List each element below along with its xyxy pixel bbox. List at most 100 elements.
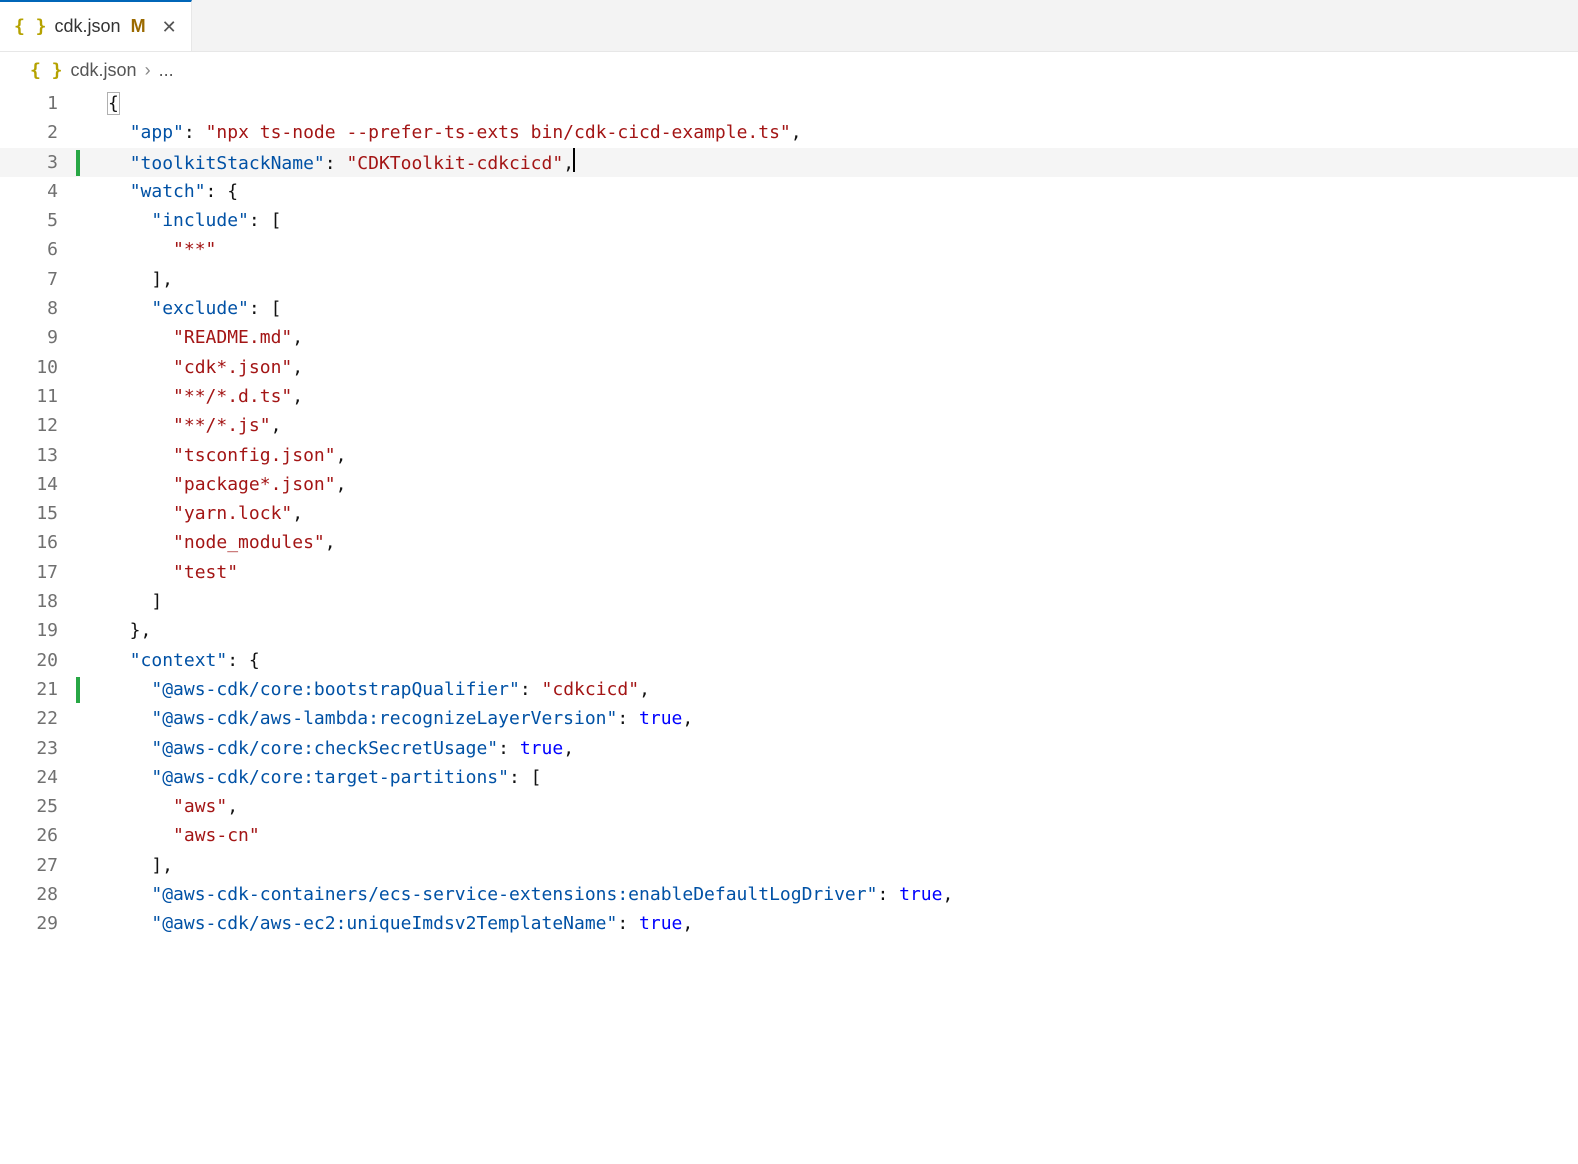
code-line[interactable]: "context": { (108, 646, 1578, 675)
code-token: { (107, 92, 120, 115)
code-line[interactable]: "package*.json", (108, 470, 1578, 499)
modified-line-marker (76, 677, 80, 703)
code-line[interactable]: "watch": { (108, 177, 1578, 206)
code-token (108, 562, 173, 583)
code-line[interactable]: "aws", (108, 792, 1578, 821)
code-token: , (791, 122, 802, 143)
code-line[interactable]: "@aws-cdk/core:bootstrapQualifier": "cdk… (108, 675, 1578, 704)
code-token: , (563, 738, 574, 759)
code-token: : [ (509, 767, 542, 788)
code-line[interactable]: "@aws-cdk/aws-lambda:recognizeLayerVersi… (108, 704, 1578, 733)
code-token (108, 738, 151, 759)
code-token: ] (108, 591, 162, 612)
code-content[interactable]: { "app": "npx ts-node --prefer-ts-exts b… (82, 89, 1578, 939)
code-token: "cdkcicd" (542, 679, 640, 700)
line-number: 29 (0, 909, 58, 938)
code-line[interactable]: { (108, 89, 1578, 118)
code-line[interactable]: "aws-cn" (108, 821, 1578, 850)
line-number: 24 (0, 763, 58, 792)
code-token: , (336, 445, 347, 466)
code-token (108, 181, 130, 202)
code-token: "**" (173, 239, 216, 260)
code-token: : (498, 738, 520, 759)
code-editor[interactable]: 1234567891011121314151617181920212223242… (0, 89, 1578, 939)
code-token (108, 884, 151, 905)
line-number: 11 (0, 382, 58, 411)
code-token (108, 767, 151, 788)
code-token: "**/*.d.ts" (173, 386, 292, 407)
line-number: 6 (0, 235, 58, 264)
code-token: : (617, 913, 639, 934)
editor-tab[interactable]: { } cdk.json M ✕ (0, 0, 192, 51)
code-line[interactable]: "cdk*.json", (108, 353, 1578, 382)
code-line[interactable]: "@aws-cdk-containers/ecs-service-extensi… (108, 880, 1578, 909)
code-token (108, 796, 173, 817)
code-line[interactable]: "tsconfig.json", (108, 441, 1578, 470)
code-token: : (877, 884, 899, 905)
code-token: : (325, 153, 347, 174)
code-token (108, 327, 173, 348)
code-line[interactable]: ], (108, 265, 1578, 294)
code-token: , (292, 327, 303, 348)
code-token (108, 650, 130, 671)
code-token: "@aws-cdk/core:bootstrapQualifier" (151, 679, 519, 700)
code-token (108, 210, 151, 231)
code-token (108, 122, 130, 143)
code-token (108, 153, 130, 174)
code-token: "context" (130, 650, 228, 671)
line-number: 8 (0, 294, 58, 323)
code-token: "test" (173, 562, 238, 583)
code-token: true (899, 884, 942, 905)
line-number: 18 (0, 587, 58, 616)
code-token: "include" (151, 210, 249, 231)
code-line[interactable]: "**/*.js", (108, 411, 1578, 440)
code-token: "aws-cn" (173, 825, 260, 846)
code-token: "**/*.js" (173, 415, 271, 436)
code-token: , (292, 503, 303, 524)
line-number: 4 (0, 177, 58, 206)
code-line[interactable]: "@aws-cdk/core:checkSecretUsage": true, (108, 734, 1578, 763)
code-line[interactable]: }, (108, 616, 1578, 645)
code-token: , (336, 474, 347, 495)
code-line[interactable]: "toolkitStackName": "CDKToolkit-cdkcicd"… (108, 148, 1578, 177)
line-number: 21 (0, 675, 58, 704)
code-line[interactable]: "**/*.d.ts", (108, 382, 1578, 411)
code-token (108, 298, 151, 319)
code-token: "@aws-cdk/core:checkSecretUsage" (151, 738, 498, 759)
breadcrumb-filename[interactable]: cdk.json (71, 60, 137, 81)
code-token (108, 532, 173, 553)
code-token: , (682, 708, 693, 729)
code-token: "yarn.lock" (173, 503, 292, 524)
code-token: "@aws-cdk/aws-lambda:recognizeLayerVersi… (151, 708, 617, 729)
code-line[interactable]: "app": "npx ts-node --prefer-ts-exts bin… (108, 118, 1578, 147)
breadcrumb[interactable]: { } cdk.json › ... (0, 52, 1578, 89)
code-line[interactable]: "**" (108, 235, 1578, 264)
code-line[interactable]: "include": [ (108, 206, 1578, 235)
code-token: ], (108, 855, 173, 876)
code-line[interactable]: "node_modules", (108, 528, 1578, 557)
code-token (108, 445, 173, 466)
line-number: 10 (0, 353, 58, 382)
line-number: 25 (0, 792, 58, 821)
code-token: "npx ts-node --prefer-ts-exts bin/cdk-ci… (206, 122, 791, 143)
code-line[interactable]: "yarn.lock", (108, 499, 1578, 528)
line-number: 16 (0, 528, 58, 557)
code-line[interactable]: "exclude": [ (108, 294, 1578, 323)
code-line[interactable]: ], (108, 851, 1578, 880)
line-number: 27 (0, 851, 58, 880)
line-number: 23 (0, 734, 58, 763)
code-token (108, 415, 173, 436)
code-token: ], (108, 269, 173, 290)
code-line[interactable]: ] (108, 587, 1578, 616)
breadcrumb-rest[interactable]: ... (159, 60, 174, 81)
code-line[interactable]: "README.md", (108, 323, 1578, 352)
code-line[interactable]: "@aws-cdk/core:target-partitions": [ (108, 763, 1578, 792)
tab-bar: { } cdk.json M ✕ (0, 0, 1578, 52)
close-icon[interactable]: ✕ (162, 18, 177, 36)
code-line[interactable]: "@aws-cdk/aws-ec2:uniqueImdsv2TemplateNa… (108, 909, 1578, 938)
code-line[interactable]: "test" (108, 558, 1578, 587)
code-token: "package*.json" (173, 474, 336, 495)
line-number: 3 (0, 148, 58, 177)
code-token: , (292, 386, 303, 407)
code-token: }, (108, 620, 151, 641)
